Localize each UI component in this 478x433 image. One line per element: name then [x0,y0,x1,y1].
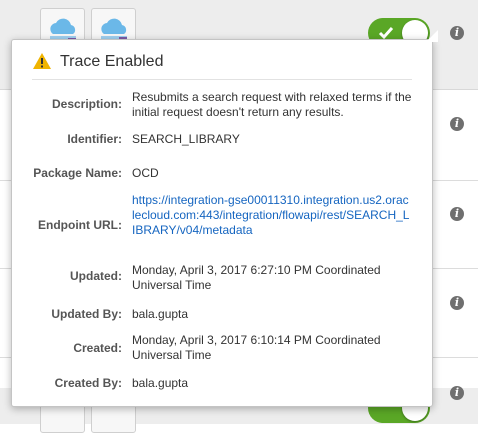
popover-header: Trace Enabled [32,52,412,80]
created-by-label: Created By: [54,376,122,390]
description-label: Description: [51,97,122,111]
info-icon[interactable]: i [450,386,464,400]
created-label: Created: [73,341,122,355]
package-name-label: Package Name: [33,166,122,180]
package-name-value: OCD [132,166,159,180]
updated-label: Updated: [70,269,122,283]
popover-arrow [426,30,438,42]
integration-details-popover: Trace Enabled Description: Resubmits a s… [11,39,433,407]
updated-value: Monday, April 3, 2017 6:27:10 PM Coordin… [132,263,381,292]
popover-title: Trace Enabled [60,53,164,70]
endpoint-url-label: Endpoint URL: [38,218,122,232]
identifier-label: Identifier: [67,132,122,146]
updated-by-value: bala.gupta [132,307,189,321]
info-icon[interactable]: i [450,296,464,310]
created-value: Monday, April 3, 2017 6:10:14 PM Coordin… [132,333,381,362]
identifier-value: SEARCH_LIBRARY [132,132,240,146]
info-icon[interactable]: i [450,26,464,40]
info-icon[interactable]: i [450,117,464,131]
created-by-value: bala.gupta [132,376,189,390]
info-icon[interactable]: i [450,207,464,221]
updated-by-label: Updated By: [51,307,122,321]
description-value: Resubmits a search request with relaxed … [132,90,412,119]
endpoint-url-link[interactable]: https://integration-gse00011310.integrat… [132,193,410,238]
warning-icon [33,53,51,69]
